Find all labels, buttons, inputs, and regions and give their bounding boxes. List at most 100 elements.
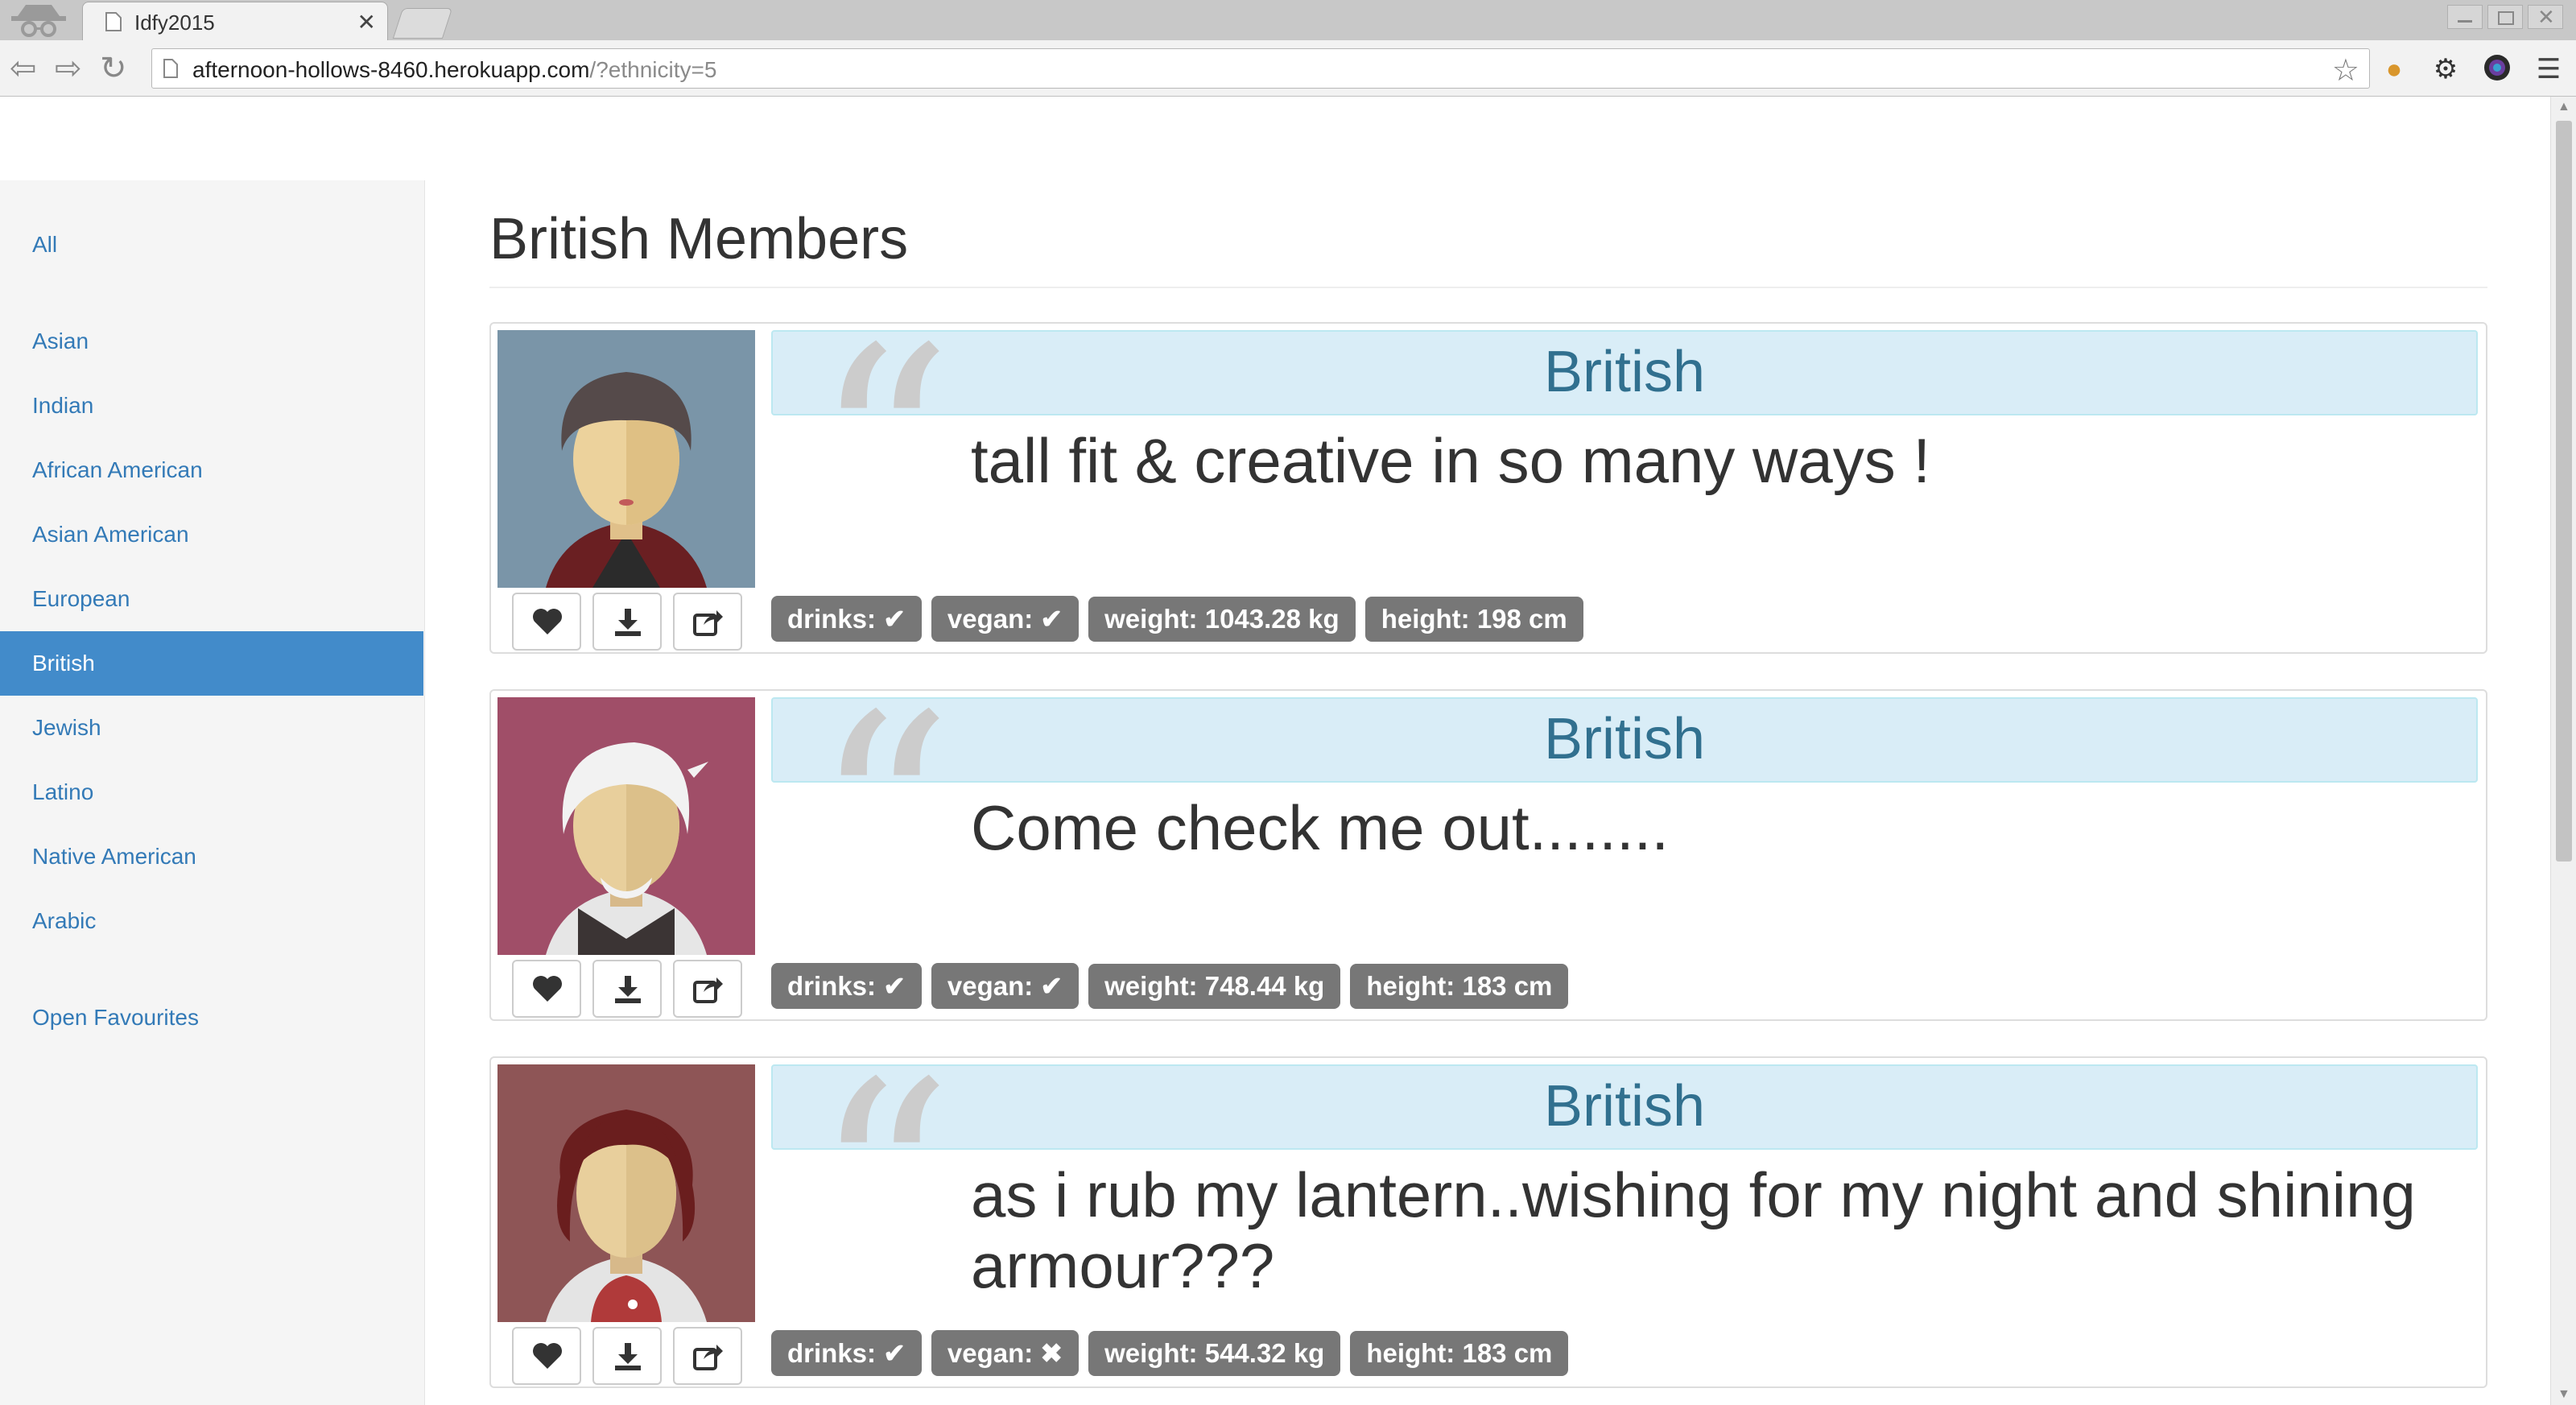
quote-icon: “ <box>813 1024 953 1343</box>
sidebar-item-all[interactable]: All <box>0 213 423 277</box>
extension-circle-icon[interactable] <box>2481 53 2513 85</box>
sidebar-item-native-american[interactable]: Native American <box>0 824 423 889</box>
browser-toolbar: ⇦ ⇨ ↻ afternoon-hollows-8460.herokuapp.c… <box>0 40 2576 97</box>
member-about: as i rub my lantern..wishing for my nigh… <box>971 1159 2416 1301</box>
scroll-down-icon[interactable]: ▼ <box>2557 1387 2570 1402</box>
favourite-button[interactable] <box>512 593 581 651</box>
cookie-extension-icon[interactable]: ● <box>2378 53 2410 85</box>
sidebar-item-british[interactable]: British <box>0 631 423 696</box>
share-icon <box>693 977 723 1003</box>
sidebar-item-asian-american[interactable]: Asian American <box>0 502 423 567</box>
height-badge: height: 183 cm <box>1350 1331 1569 1376</box>
download-icon <box>615 609 641 636</box>
drinks-badge: drinks: ✔ <box>771 596 922 642</box>
document-icon <box>105 12 122 31</box>
vegan-label: vegan: <box>947 971 1034 1001</box>
incognito-icon <box>6 2 71 39</box>
check-icon: ✔ <box>1040 604 1063 634</box>
cross-icon: ✖ <box>1040 1338 1063 1368</box>
member-about: tall fit & creative in so many ways ! <box>971 425 1931 496</box>
share-icon <box>693 610 723 636</box>
tab-title: Idfy2015 <box>134 10 215 35</box>
sidebar-item-jewish[interactable]: Jewish <box>0 696 423 760</box>
quote-icon: “ <box>813 657 953 976</box>
sidebar-item-asian[interactable]: Asian <box>0 309 423 374</box>
address-bar[interactable]: afternoon-hollows-8460.herokuapp.com/?et… <box>151 48 2370 89</box>
new-tab-button[interactable] <box>392 8 453 39</box>
page-scrollbar[interactable]: ▲ ▼ <box>2550 97 2576 1405</box>
height-badge: height: 183 cm <box>1350 964 1569 1009</box>
drinks-label: drinks: <box>787 604 877 634</box>
ethnicity-label: British <box>1543 340 1706 404</box>
drinks-badge: drinks: ✔ <box>771 963 922 1009</box>
forward-button[interactable]: ⇨ <box>55 50 82 87</box>
browser-tab[interactable]: Idfy2015 ✕ <box>82 2 388 40</box>
sidebar-item-arabic[interactable]: Arabic <box>0 889 423 953</box>
close-window-button[interactable]: ✕ <box>2528 5 2563 29</box>
ethnicity-label: British <box>1543 1074 1706 1138</box>
vegan-badge: vegan: ✔ <box>931 963 1080 1009</box>
check-icon: ✔ <box>883 1338 906 1368</box>
check-icon: ✔ <box>883 971 906 1001</box>
scroll-up-icon[interactable]: ▲ <box>2557 100 2570 114</box>
scrollbar-thumb[interactable] <box>2556 121 2572 862</box>
reload-button[interactable]: ↻ <box>100 50 127 87</box>
minimize-button[interactable] <box>2447 5 2483 29</box>
member-avatar <box>497 330 755 588</box>
sidebar-item-european[interactable]: European <box>0 567 423 631</box>
ethnicity-label: British <box>1543 707 1706 771</box>
sidebar-item-african-american[interactable]: African American <box>0 438 423 502</box>
drinks-label: drinks: <box>787 971 877 1001</box>
open-favourites-link[interactable]: Open Favourites <box>0 986 423 1050</box>
check-icon: ✔ <box>883 604 906 634</box>
tab-close-icon[interactable]: ✕ <box>357 9 376 35</box>
share-button[interactable] <box>673 593 742 651</box>
back-button[interactable]: ⇦ <box>10 50 37 87</box>
drinks-label: drinks: <box>787 1338 877 1368</box>
member-labels: drinks: ✔ vegan: ✔ weight: 748.44 kg height… <box>771 963 1578 1009</box>
vegan-label: vegan: <box>947 604 1034 634</box>
share-button[interactable] <box>673 960 742 1018</box>
heart-icon <box>533 976 562 1002</box>
download-icon <box>615 976 641 1003</box>
title-divider <box>489 287 2487 288</box>
member-card: British “ Come check me out........ drin… <box>489 680 2487 1021</box>
restore-button[interactable] <box>2487 5 2523 29</box>
height-badge: height: 198 cm <box>1364 597 1583 642</box>
ethnicity-banner: British <box>771 697 2478 783</box>
download-button[interactable] <box>592 593 662 651</box>
gear-icon[interactable]: ⚙ <box>2429 53 2462 85</box>
favourite-button[interactable] <box>512 960 581 1018</box>
sidebar-item-indian[interactable]: Indian <box>0 374 423 438</box>
weight-badge: weight: 1043.28 kg <box>1088 597 1356 642</box>
vegan-badge: vegan: ✖ <box>931 1330 1080 1376</box>
url-path: /?ethnicity=5 <box>589 57 717 82</box>
page-title: British Members <box>489 207 909 271</box>
member-labels: drinks: ✔ vegan: ✖ weight: 544.32 kg height… <box>771 1330 1578 1376</box>
url-host: afternoon-hollows-8460.herokuapp.com <box>192 57 590 82</box>
member-avatar <box>497 697 755 955</box>
share-button[interactable] <box>673 1327 742 1385</box>
member-about: Come check me out........ <box>971 792 1669 863</box>
page-icon <box>163 59 178 78</box>
share-icon <box>693 1345 723 1370</box>
member-labels: drinks: ✔ vegan: ✔ weight: 1043.28 kg heigh… <box>771 596 1593 642</box>
check-icon: ✔ <box>1040 971 1063 1001</box>
member-avatar <box>497 1064 755 1322</box>
vegan-badge: vegan: ✔ <box>931 596 1080 642</box>
vegan-label: vegan: <box>947 1338 1034 1368</box>
heart-icon <box>533 1343 562 1369</box>
url-text: afternoon-hollows-8460.herokuapp.com/?et… <box>192 57 716 83</box>
menu-icon[interactable]: ☰ <box>2533 53 2565 85</box>
download-button[interactable] <box>592 960 662 1018</box>
member-card: British “ as i rub my lantern..wishing f… <box>489 1047 2487 1388</box>
close-icon: ✕ <box>2537 5 2555 29</box>
drinks-badge: drinks: ✔ <box>771 1330 922 1376</box>
download-button[interactable] <box>592 1327 662 1385</box>
ethnicity-banner: British <box>771 330 2478 415</box>
sidebar-item-latino[interactable]: Latino <box>0 760 423 824</box>
weight-badge: weight: 748.44 kg <box>1088 964 1341 1009</box>
ethnicity-banner: British <box>771 1064 2478 1150</box>
bookmark-star-icon[interactable]: ☆ <box>2332 52 2359 89</box>
favourite-button[interactable] <box>512 1327 581 1385</box>
